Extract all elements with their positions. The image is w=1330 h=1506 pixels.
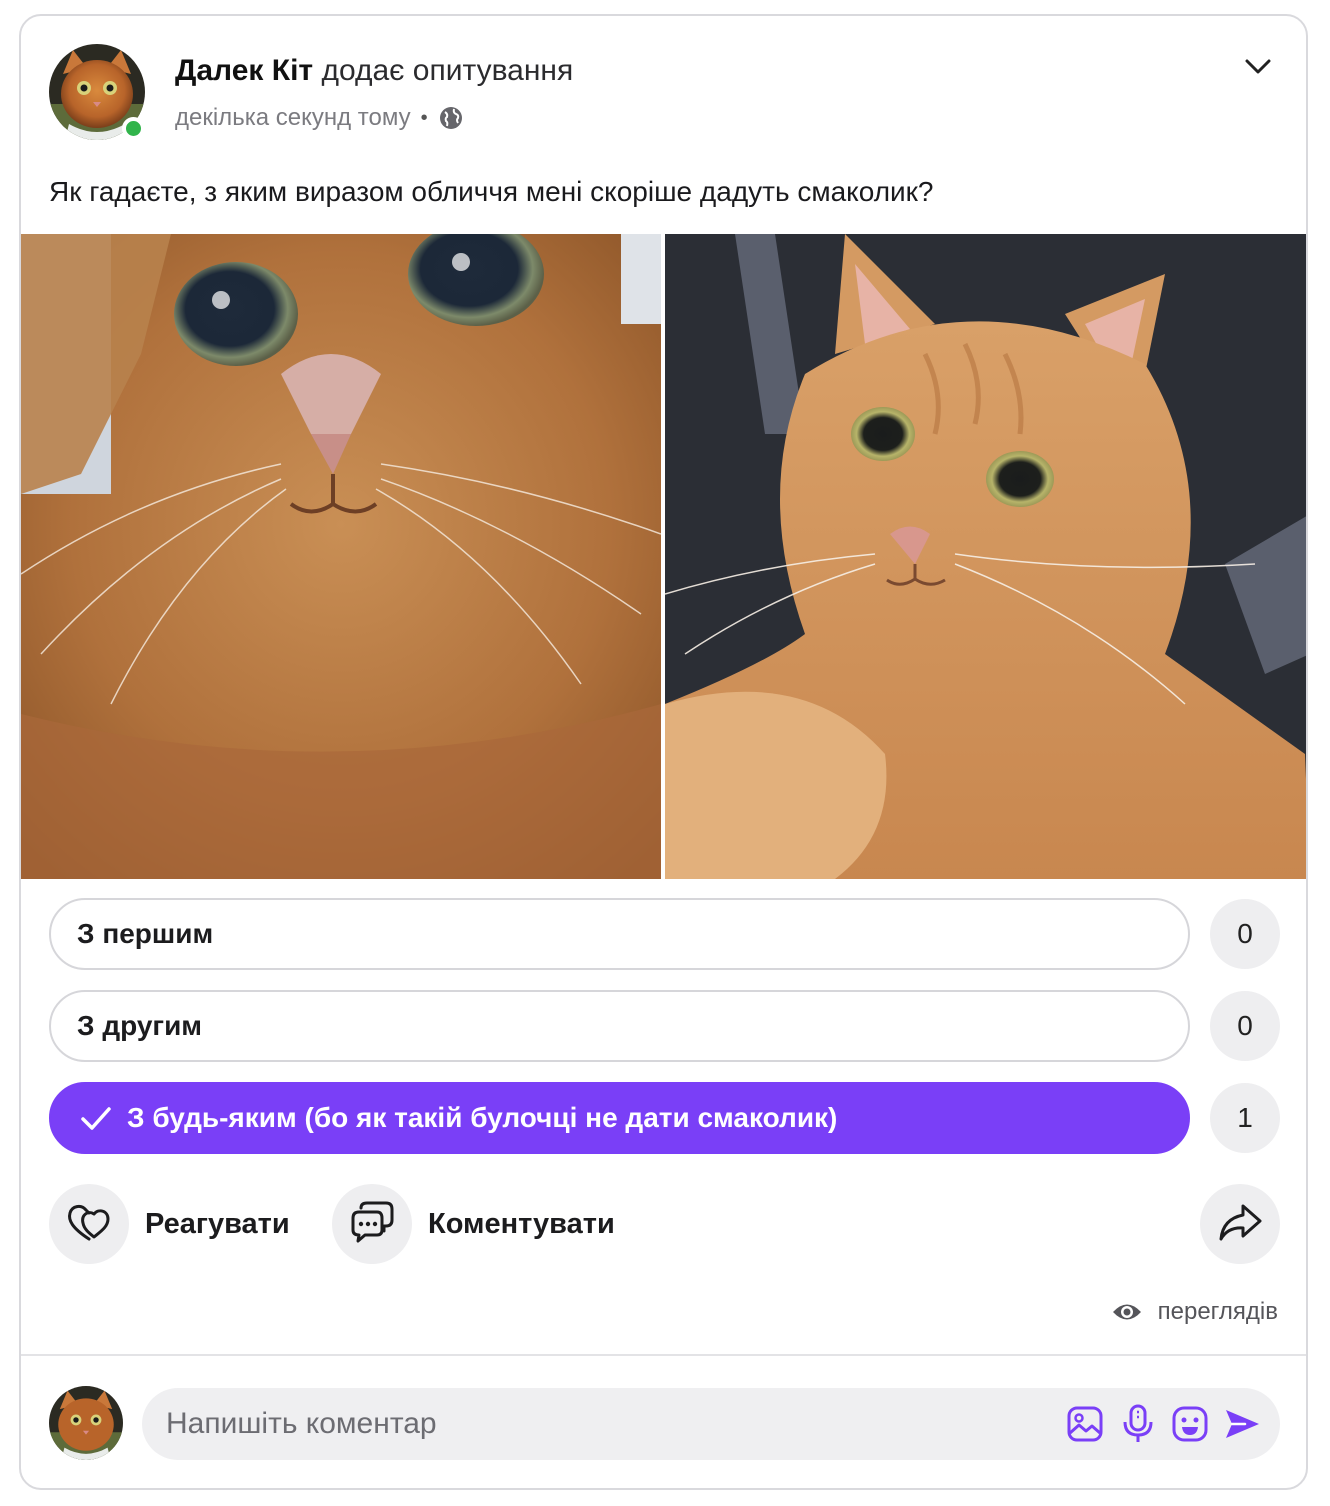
send-icon[interactable] (1222, 1404, 1262, 1444)
post-meta: декілька секунд тому • (175, 104, 464, 132)
views-counter: переглядів (1112, 1298, 1278, 1326)
author-action: додає опитування (321, 54, 574, 87)
author-line: Далек Кіт додає опитування (175, 54, 573, 88)
poll-count-2: 0 (1210, 991, 1280, 1061)
poll-option-label: З будь-яким (бо як такій булочці не дати… (127, 1102, 838, 1133)
poll-option-3[interactable]: З будь-яким (бо як такій булочці не дати… (49, 1082, 1190, 1154)
heart-react-icon (66, 1201, 112, 1248)
poll-count-1: 0 (1210, 899, 1280, 969)
chat-bubbles-icon (349, 1200, 395, 1249)
globe-icon (438, 105, 464, 131)
post-text: Як гадаєте, з яким виразом обличчя мені … (49, 176, 934, 207)
poll-option-2[interactable]: З другим (49, 990, 1190, 1062)
meta-separator: • (420, 106, 428, 129)
poll-count-3: 1 (1210, 1083, 1280, 1153)
post-photo-2[interactable] (665, 234, 1306, 879)
react-label: Реагувати (145, 1207, 290, 1240)
poll-option-label: З першим (77, 918, 214, 949)
poll-option-label: З другим (77, 1010, 202, 1041)
author-avatar[interactable] (49, 44, 145, 140)
author-name[interactable]: Далек Кіт (175, 54, 313, 87)
comment-button[interactable]: Коментувати (332, 1184, 615, 1264)
image-icon[interactable] (1065, 1404, 1105, 1444)
share-arrow-icon (1217, 1202, 1263, 1247)
check-icon (79, 1101, 113, 1135)
microphone-icon[interactable] (1118, 1404, 1158, 1444)
current-user-avatar (49, 1386, 123, 1460)
chevron-down-icon (1244, 58, 1272, 81)
emoji-icon[interactable] (1170, 1404, 1210, 1444)
comment-box (142, 1388, 1280, 1460)
post-time[interactable]: декілька секунд тому (175, 104, 411, 132)
poll-option-1[interactable]: З першим (49, 898, 1190, 970)
comment-input[interactable] (166, 1407, 1046, 1441)
post-card: Далек Кіт додає опитування декілька секу… (19, 14, 1308, 1490)
views-label: переглядів (1157, 1298, 1278, 1325)
react-icon-circle (49, 1184, 129, 1264)
eye-icon (1112, 1301, 1142, 1323)
react-button[interactable]: Реагувати (49, 1184, 290, 1264)
share-button[interactable] (1200, 1184, 1280, 1264)
comment-icon-circle (332, 1184, 412, 1264)
comment-divider (21, 1354, 1306, 1356)
comment-label: Коментувати (428, 1207, 615, 1240)
post-photo-1[interactable] (21, 234, 661, 879)
online-status-dot (122, 117, 145, 140)
post-options-button[interactable] (1239, 50, 1277, 88)
